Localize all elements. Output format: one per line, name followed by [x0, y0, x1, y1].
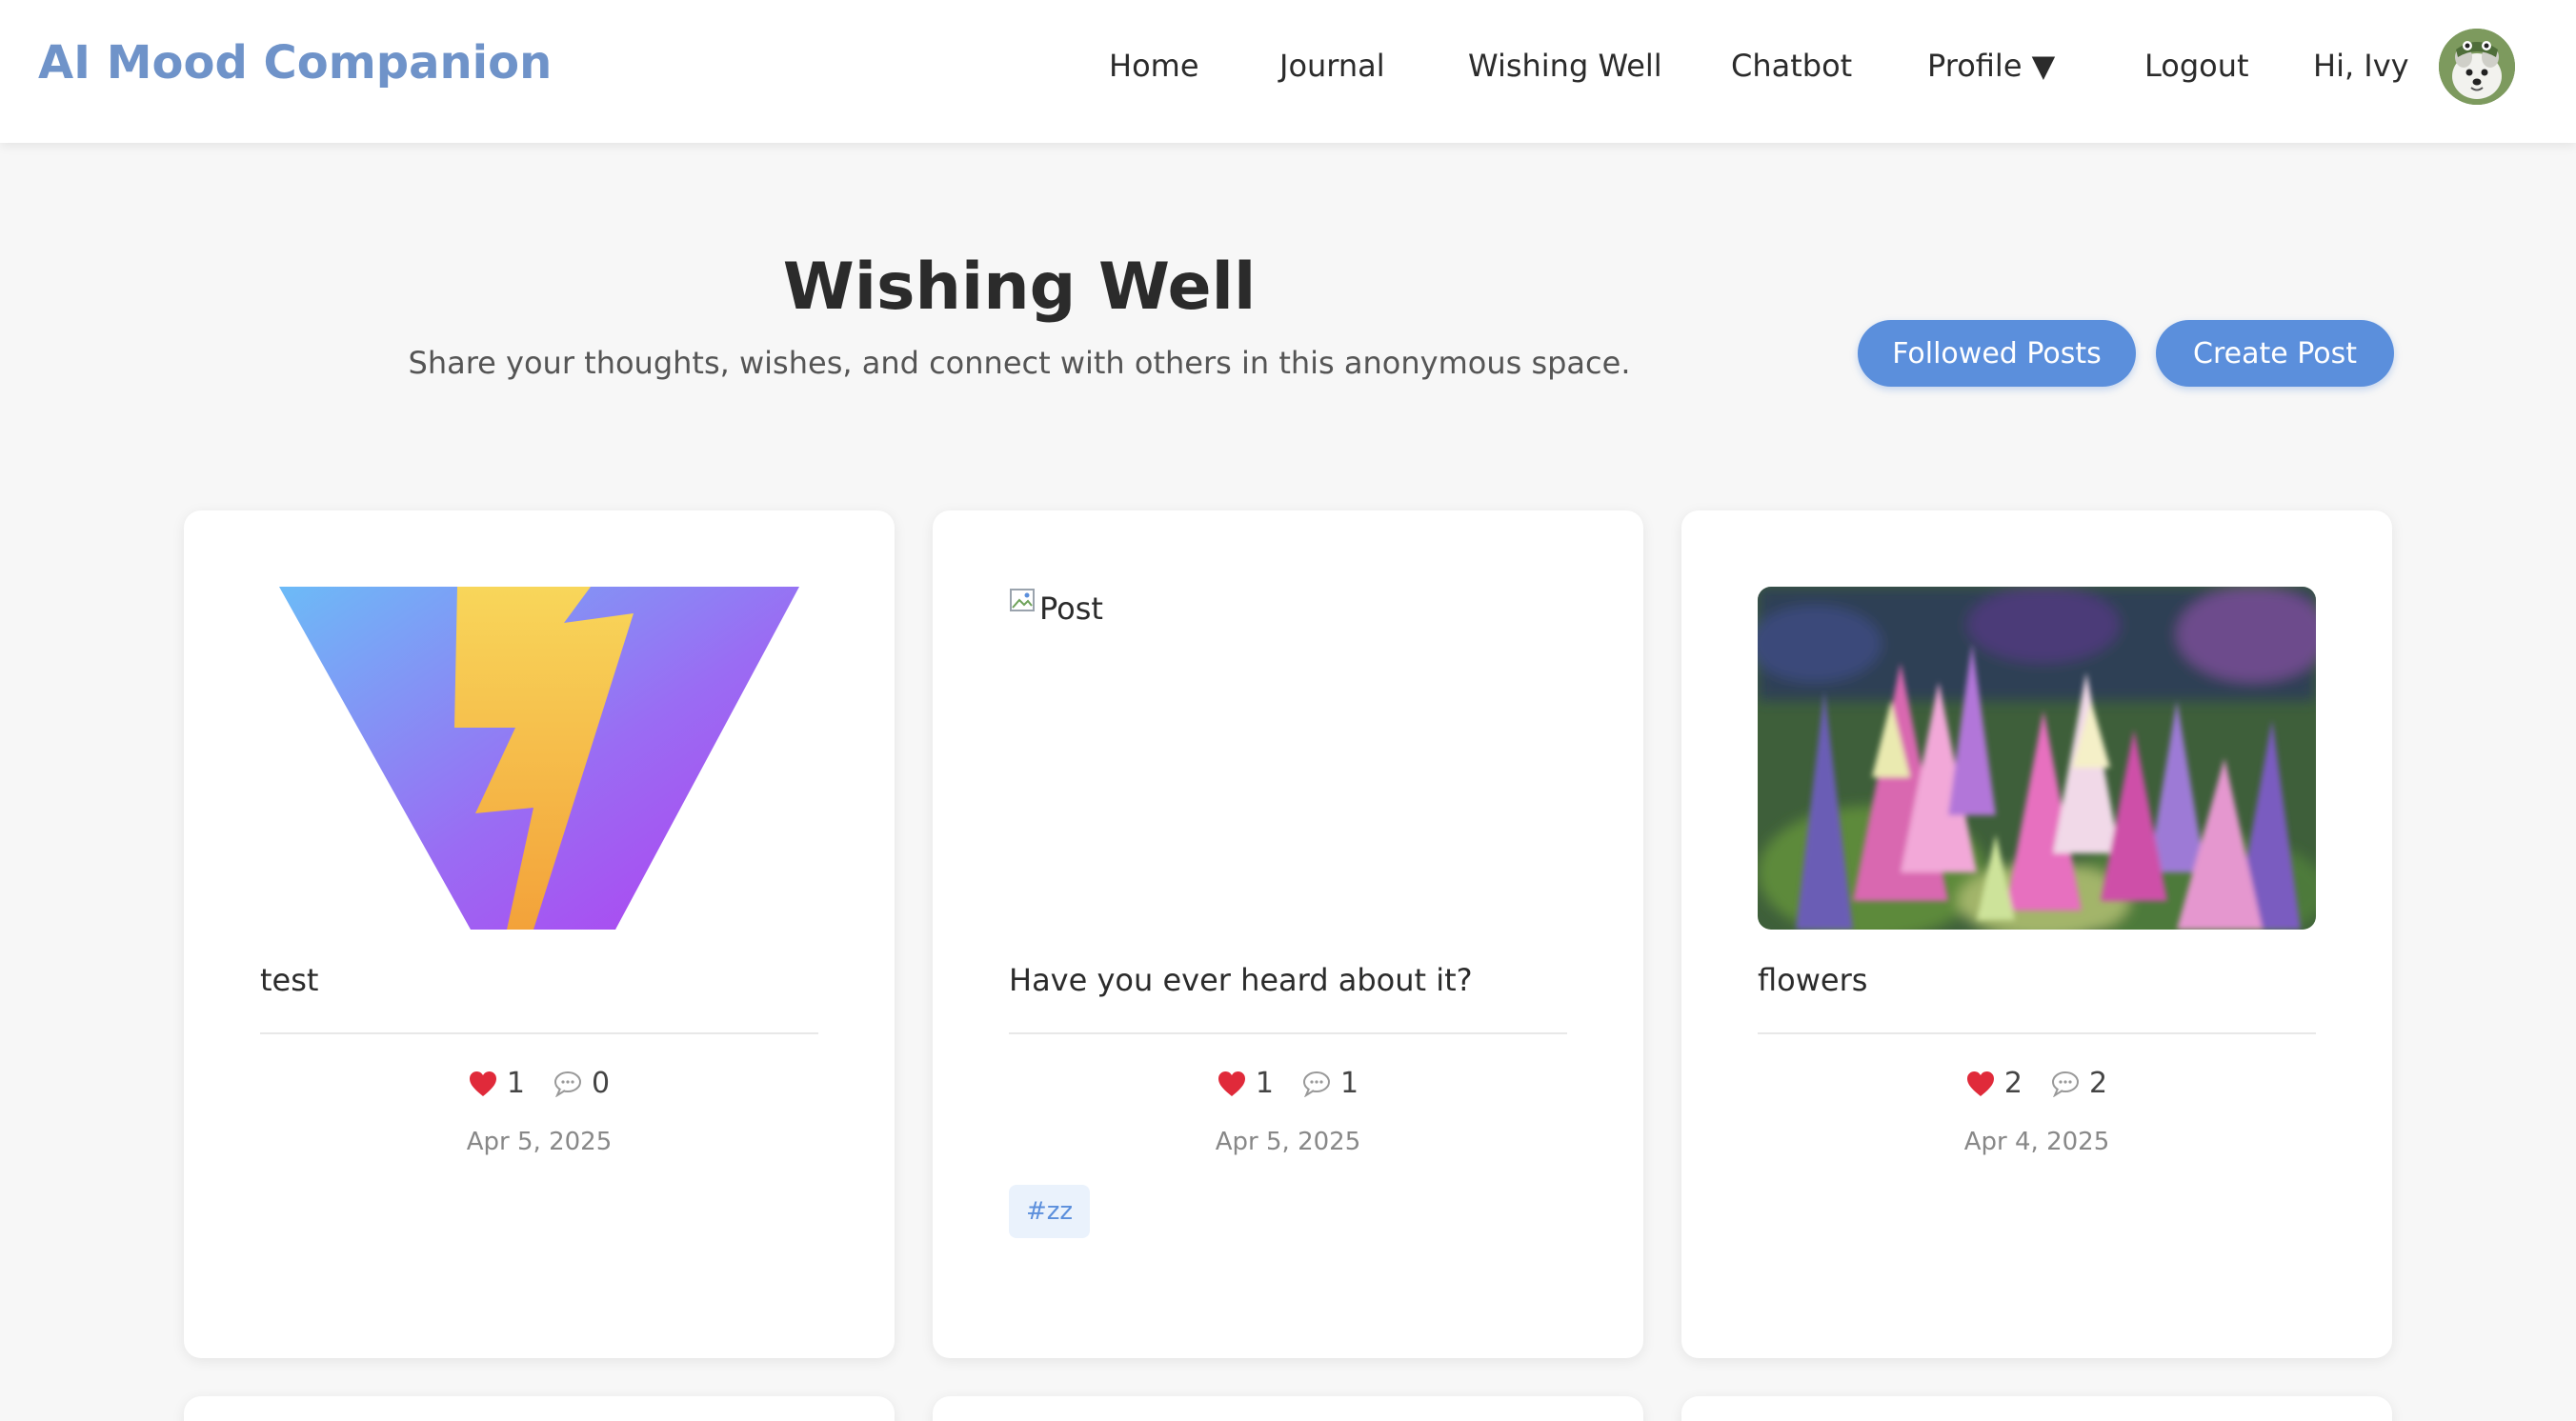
post-card-partial[interactable] [1681, 1396, 2392, 1421]
post-stats: 2 2 [1681, 1067, 2392, 1100]
post-card-partial[interactable] [933, 1396, 1643, 1421]
post-image [260, 587, 818, 930]
nav-wishing-well[interactable]: Wishing Well [1468, 48, 1662, 84]
heart-icon [1218, 1071, 1245, 1096]
comment-button[interactable]: 0 [553, 1067, 610, 1100]
avatar[interactable] [2439, 29, 2515, 105]
comment-count: 0 [592, 1067, 611, 1100]
page-subtitle: Share your thoughts, wishes, and connect… [408, 345, 1631, 381]
post-image [1758, 587, 2316, 930]
speech-bubble-icon [554, 1071, 581, 1097]
comment-button[interactable]: 2 [2051, 1067, 2107, 1100]
post-date: Apr 4, 2025 [1963, 1128, 2110, 1156]
broken-image-icon [1010, 589, 1035, 611]
like-count: 1 [1255, 1067, 1274, 1100]
post-date: Apr 5, 2025 [1215, 1128, 1361, 1156]
post-text: Have you ever heard about it? [1009, 962, 1473, 998]
like-button[interactable]: 1 [469, 1067, 525, 1100]
page-title: Wishing Well [782, 250, 1257, 325]
nav-profile-dropdown[interactable]: Profile ▼ [1927, 48, 2055, 84]
heart-icon [469, 1071, 496, 1096]
nav-home[interactable]: Home [1109, 48, 1199, 84]
brand-logo-text[interactable]: AI Mood Companion [38, 36, 552, 90]
like-count: 1 [506, 1067, 525, 1100]
create-post-button[interactable]: Create Post [2156, 320, 2394, 387]
nav-chatbot[interactable]: Chatbot [1731, 48, 1852, 84]
divider [260, 1032, 818, 1034]
post-text: flowers [1758, 962, 1868, 998]
comment-count: 2 [2089, 1067, 2108, 1100]
flowers-photo [1758, 587, 2316, 930]
divider [1009, 1032, 1567, 1034]
divider [1758, 1032, 2316, 1034]
user-greeting: Hi, Ivy [2313, 48, 2409, 84]
like-count: 2 [2003, 1067, 2023, 1100]
dog-avatar-icon [2439, 29, 2515, 105]
post-text: test [260, 962, 319, 998]
top-navbar: AI Mood Companion Home Journal Wishing W… [0, 0, 2576, 143]
speech-bubble-icon [1303, 1071, 1330, 1097]
post-card[interactable]: Post Have you ever heard about it? 1 1 A… [933, 510, 1643, 1358]
lightning-logo-icon [279, 587, 799, 930]
speech-bubble-icon [2052, 1071, 2079, 1097]
post-card-partial[interactable] [184, 1396, 895, 1421]
post-card[interactable]: test 1 0 Apr 5, 2025 [184, 510, 895, 1358]
followed-posts-button[interactable]: Followed Posts [1858, 320, 2136, 387]
like-button[interactable]: 1 [1218, 1067, 1274, 1100]
nav-journal[interactable]: Journal [1279, 48, 1385, 84]
post-image-broken: Post [1009, 587, 1567, 930]
hashtag-chip[interactable]: #zz [1009, 1185, 1091, 1238]
post-card[interactable]: flowers 2 2 Apr 4, 2025 [1681, 510, 2392, 1358]
comment-count: 1 [1340, 1067, 1359, 1100]
heart-icon [1966, 1071, 1994, 1096]
post-stats: 1 0 [184, 1067, 895, 1100]
comment-button[interactable]: 1 [1302, 1067, 1358, 1100]
like-button[interactable]: 2 [1966, 1067, 2023, 1100]
image-alt-text: Post [1039, 590, 1103, 627]
post-stats: 1 1 [933, 1067, 1643, 1100]
nav-logout[interactable]: Logout [2144, 48, 2249, 84]
post-date: Apr 5, 2025 [466, 1128, 613, 1156]
